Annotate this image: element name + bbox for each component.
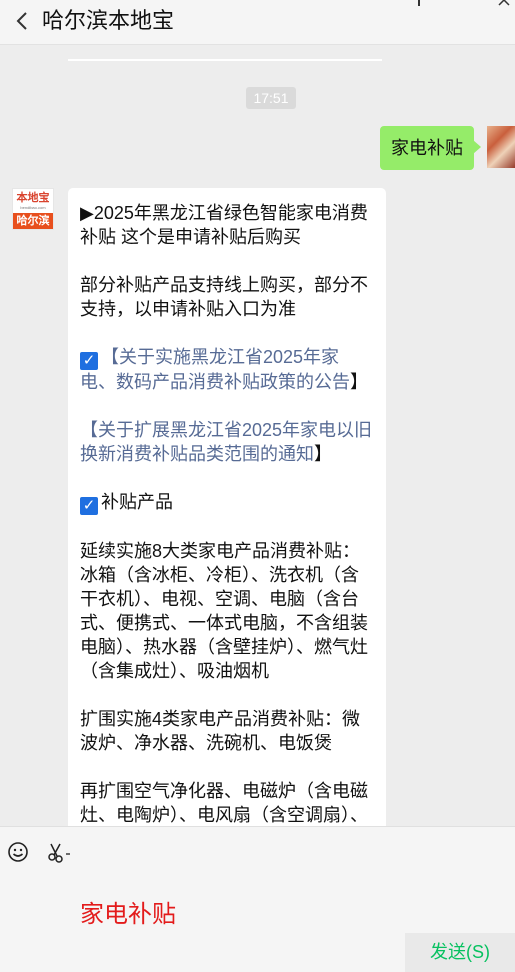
avatar-domain-text: bendibao.com bbox=[20, 205, 46, 210]
window-header: 哈尔滨本地宝 bbox=[0, 0, 515, 45]
received-message[interactable]: ▶2025年黑龙江省绿色智能家电消费补贴 这个是申请补贴后购买 部分补贴产品支持… bbox=[68, 188, 386, 826]
message-input[interactable]: 家电补贴 bbox=[80, 900, 176, 930]
policy-link-1[interactable]: 关于实施黑龙江省2025年家电、数码产品消费补贴政策的公告 bbox=[80, 347, 350, 392]
subsidy-products-label: 补贴产品 bbox=[101, 492, 173, 512]
message-composer: 家电补贴 发送(S) bbox=[0, 826, 515, 972]
send-button[interactable]: 发送(S) bbox=[405, 933, 515, 972]
message-paragraph: 再扩围空气净化器、电磁炉（含电磁灶、电陶炉）、电风扇（含空调扇）、电压力锅、显示… bbox=[80, 781, 368, 825]
previous-message-edge bbox=[68, 59, 382, 61]
avatar-city-text: 哈尔滨 bbox=[13, 213, 53, 229]
message-paragraph: 延续实施8大类家电产品消费补贴：冰箱（含冰柜、冷柜）、洗衣机（含干衣机）、电视、… bbox=[80, 541, 368, 681]
check-icon: ✓ bbox=[80, 497, 98, 515]
policy-link-open[interactable]: 【 bbox=[101, 347, 119, 367]
message-paragraph: 部分补贴产品支持线上购买，部分不支持，以申请补贴入口为准 bbox=[80, 275, 368, 319]
contact-avatar[interactable]: 本地宝 bendibao.com 哈尔滨 bbox=[12, 188, 54, 230]
policy-link-close: 】 bbox=[350, 372, 368, 392]
policy-link-row: ✓ 【关于实施黑龙江省2025年家电、数码产品消费补贴政策的公告】 bbox=[80, 345, 373, 394]
self-avatar[interactable] bbox=[487, 126, 515, 168]
chevron-left-icon[interactable] bbox=[12, 10, 34, 32]
subsidy-products-heading: ✓ 补贴产品 bbox=[80, 490, 373, 515]
policy-link-row: 【关于扩展黑龙江省2025年家电以旧换新消费补贴品类范围的通知】 bbox=[80, 418, 373, 466]
check-icon: ✓ bbox=[80, 352, 98, 370]
chat-history[interactable]: 17:51 家电补贴 本地宝 bendibao.com 哈尔滨 ▶2025年黑龙… bbox=[0, 45, 515, 826]
policy-link-close: 】 bbox=[314, 444, 332, 464]
emoji-icon[interactable] bbox=[7, 841, 29, 863]
plus-icon[interactable] bbox=[412, 0, 426, 6]
sent-message[interactable]: 家电补贴 bbox=[380, 126, 481, 170]
message-timestamp: 17:51 bbox=[246, 87, 296, 109]
policy-link-open[interactable]: 【 bbox=[80, 420, 98, 440]
scissors-icon[interactable] bbox=[47, 842, 71, 864]
message-paragraph: ▶2025年黑龙江省绿色智能家电消费补贴 这个是申请补贴后购买 bbox=[80, 203, 368, 247]
chat-title: 哈尔滨本地宝 bbox=[42, 8, 175, 33]
message-paragraph: 扩围实施4类家电产品消费补贴：微波炉、净水器、洗碗机、电饭煲 bbox=[80, 709, 361, 753]
close-icon[interactable] bbox=[498, 0, 510, 6]
